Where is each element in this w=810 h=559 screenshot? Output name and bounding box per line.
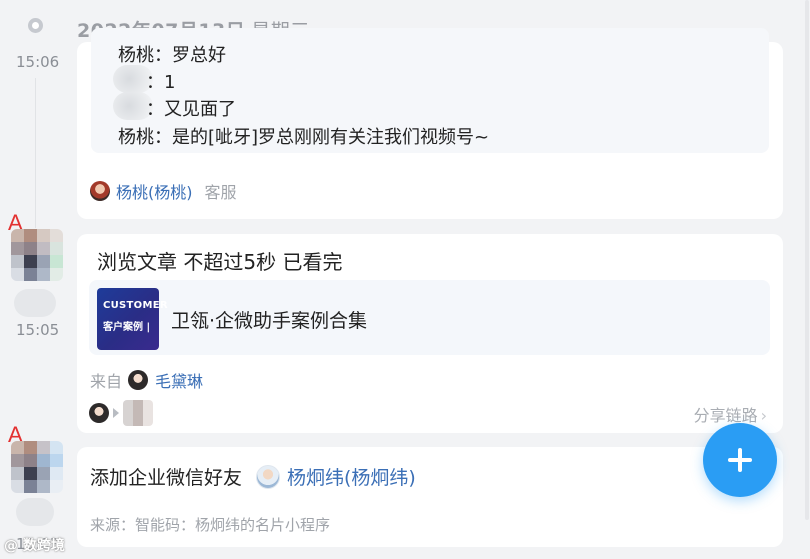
article-browse-card[interactable]: 浏览文章 不超过5秒 已看完 CUSTOMER 客户案例 | 卫瓴·企微助手案例… — [77, 234, 783, 433]
chat-speaker: 杨桃： — [118, 127, 172, 148]
share-chain — [89, 400, 153, 426]
scrollbar-thumb[interactable] — [805, 0, 809, 520]
blurred-name — [16, 498, 54, 526]
from-label: 来自 — [90, 372, 123, 391]
share-avatar-2 — [123, 400, 153, 426]
chat-line-3: ：又见面了 — [146, 95, 236, 121]
blurred-name — [14, 289, 56, 317]
add-friend-row: 添加企业微信好友 杨炯纬(杨炯纬) — [90, 463, 416, 490]
arrow-right-icon — [113, 408, 119, 418]
chat-text: 1 — [164, 72, 176, 93]
share-chain-label: 分享链路 — [693, 406, 758, 425]
chevron-right-icon: › — [760, 406, 767, 425]
timeline-dot — [28, 18, 43, 33]
article-thumbnail: CUSTOMER 客户案例 | — [97, 288, 168, 350]
add-friend-card[interactable]: 添加企业微信好友 杨炯纬(杨炯纬) 来源：智能码：杨炯纬的名片小程序 — [77, 447, 783, 547]
share-chain-link[interactable]: 分享链路 › — [694, 402, 767, 426]
from-row: 来自 毛黛琳 — [90, 368, 203, 392]
chat-text: 又见面了 — [164, 99, 236, 120]
article-link[interactable]: CUSTOMER 客户案例 | 卫瓴·企微助手案例合集 — [89, 280, 770, 355]
chat-transcript-box: 杨桃：罗总好 ：1 ：又见面了 杨桃：是的[呲牙]罗总刚刚有关注我们视频号~ — [91, 28, 769, 153]
chat-text: 是的[呲牙]罗总刚刚有关注我们视频号~ — [172, 127, 490, 148]
agent-role: 客服 — [204, 183, 237, 202]
chat-speaker: 杨桃： — [118, 45, 172, 66]
customer-avatar[interactable] — [11, 441, 63, 493]
scrollbar[interactable] — [804, 0, 810, 559]
thumb-text-1: CUSTOMER — [103, 300, 168, 311]
add-button[interactable] — [703, 423, 777, 497]
browse-title: 浏览文章 不超过5秒 已看完 — [97, 250, 343, 274]
thumb-text-2: 客户案例 | — [103, 322, 151, 333]
agent-row: 杨桃(杨桃) 客服 — [90, 179, 237, 203]
staff-avatar — [256, 464, 281, 489]
chat-line-1: 杨桃：罗总好 — [118, 41, 226, 67]
share-avatar-1 — [89, 403, 109, 423]
chat-record-card[interactable]: 杨桃：罗总好 ：1 ：又见面了 杨桃：是的[呲牙]罗总刚刚有关注我们视频号~ 杨… — [77, 28, 783, 219]
chat-text: 罗总好 — [172, 45, 226, 66]
customer-avatar[interactable] — [11, 229, 63, 281]
timeline-line — [35, 78, 36, 228]
chat-line-2: ：1 — [146, 68, 175, 94]
chat-line-4: 杨桃：是的[呲牙]罗总刚刚有关注我们视频号~ — [118, 123, 489, 149]
source-text: 来源：智能码：杨炯纬的名片小程序 — [90, 516, 331, 534]
time-label-1: 15:06 — [16, 53, 60, 71]
chat-speaker: ： — [146, 99, 164, 120]
chat-speaker: ： — [146, 72, 164, 93]
agent-avatar — [90, 181, 110, 201]
time-label-2: 15:05 — [16, 321, 60, 339]
article-title: 卫瓴·企微助手案例合集 — [171, 310, 368, 332]
watermark: @ 数跨境 — [4, 538, 65, 554]
agent-name-link[interactable]: 杨桃(杨桃) — [116, 179, 193, 203]
sharer-avatar — [128, 370, 149, 390]
sharer-name-link[interactable]: 毛黛琳 — [155, 368, 203, 392]
add-friend-action: 添加企业微信好友 — [90, 467, 243, 489]
staff-name-link[interactable]: 杨炯纬(杨炯纬) — [287, 463, 416, 490]
